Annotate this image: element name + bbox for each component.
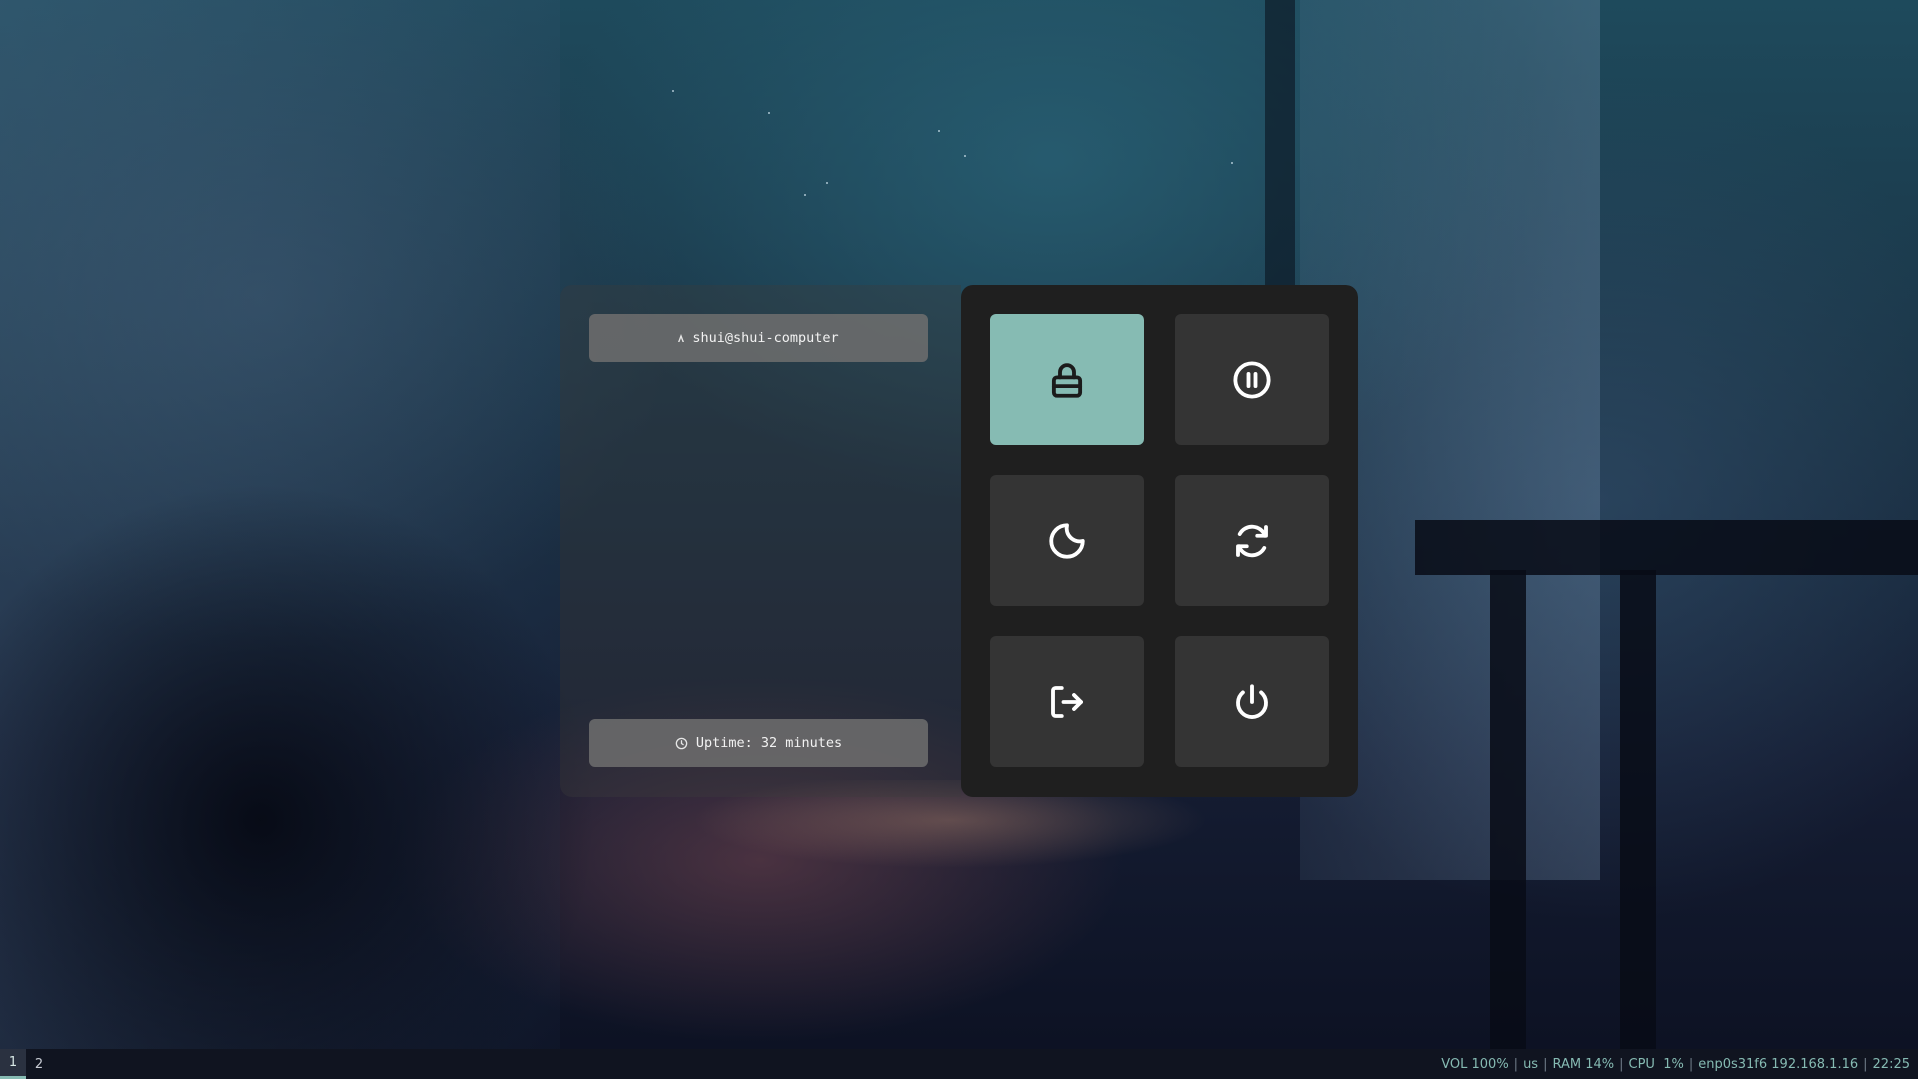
arch-icon bbox=[678, 334, 685, 342]
moon-icon bbox=[1049, 522, 1085, 559]
keyboard-layout-status[interactable]: us bbox=[1523, 1057, 1538, 1072]
wallpaper-star bbox=[1231, 162, 1233, 164]
user-host-text: shui@shui-computer bbox=[692, 330, 839, 346]
separator: | bbox=[1513, 1056, 1519, 1072]
wallpaper-star bbox=[938, 130, 940, 132]
volume-status[interactable]: VOL 100% bbox=[1441, 1057, 1508, 1072]
separator: | bbox=[1619, 1056, 1624, 1072]
wallpaper-table-leg bbox=[1620, 570, 1656, 1070]
logout-button[interactable] bbox=[990, 636, 1144, 767]
ram-status: RAM 14% bbox=[1552, 1056, 1615, 1072]
lock-icon bbox=[1051, 362, 1083, 398]
status-bar: 1 2 VOL 100% | us | RAM 14% | CPU 1% | e… bbox=[0, 1049, 1918, 1079]
power-menu-actions-panel bbox=[961, 285, 1358, 797]
clock-icon bbox=[675, 737, 688, 750]
wallpaper-table bbox=[1415, 520, 1918, 575]
wallpaper-table-leg bbox=[1490, 570, 1526, 1070]
lock-button[interactable] bbox=[990, 314, 1144, 445]
workspace-switcher: 1 2 bbox=[0, 1049, 52, 1079]
status-modules: VOL 100% | us | RAM 14% | CPU 1% | enp0s… bbox=[1441, 1057, 1918, 1072]
power-icon bbox=[1236, 683, 1268, 719]
wallpaper-star bbox=[826, 182, 828, 184]
separator: | bbox=[1688, 1056, 1694, 1072]
separator: | bbox=[1543, 1056, 1548, 1072]
user-host-label: shui@shui-computer bbox=[589, 314, 928, 362]
power-menu-info-panel: shui@shui-computer Uptime: 32 minutes bbox=[560, 285, 961, 797]
shutdown-button[interactable] bbox=[1175, 636, 1329, 767]
wallpaper-star bbox=[672, 90, 674, 92]
wallpaper-pillar bbox=[1265, 0, 1295, 300]
suspend-button[interactable] bbox=[1175, 314, 1329, 445]
uptime-text: Uptime: 32 minutes bbox=[695, 735, 843, 751]
reboot-button[interactable] bbox=[1175, 475, 1329, 606]
sleep-button[interactable] bbox=[990, 475, 1144, 606]
workspace-2[interactable]: 2 bbox=[26, 1049, 52, 1079]
power-menu: shui@shui-computer Uptime: 32 minutes bbox=[560, 285, 1358, 797]
separator: | bbox=[1863, 1056, 1868, 1072]
wallpaper-star bbox=[768, 112, 770, 114]
workspace-1[interactable]: 1 bbox=[0, 1049, 26, 1079]
cpu-status: CPU 1% bbox=[1628, 1056, 1684, 1072]
wallpaper-star bbox=[804, 194, 806, 196]
network-status[interactable]: enp0s31f6 192.168.1.16 bbox=[1698, 1057, 1858, 1072]
clock[interactable]: 22:25 bbox=[1873, 1057, 1910, 1072]
refresh-icon bbox=[1236, 524, 1268, 557]
wallpaper-star bbox=[964, 155, 966, 157]
uptime-label: Uptime: 32 minutes bbox=[589, 719, 928, 767]
logout-icon bbox=[1051, 685, 1083, 718]
pause-circle-icon bbox=[1233, 360, 1271, 399]
